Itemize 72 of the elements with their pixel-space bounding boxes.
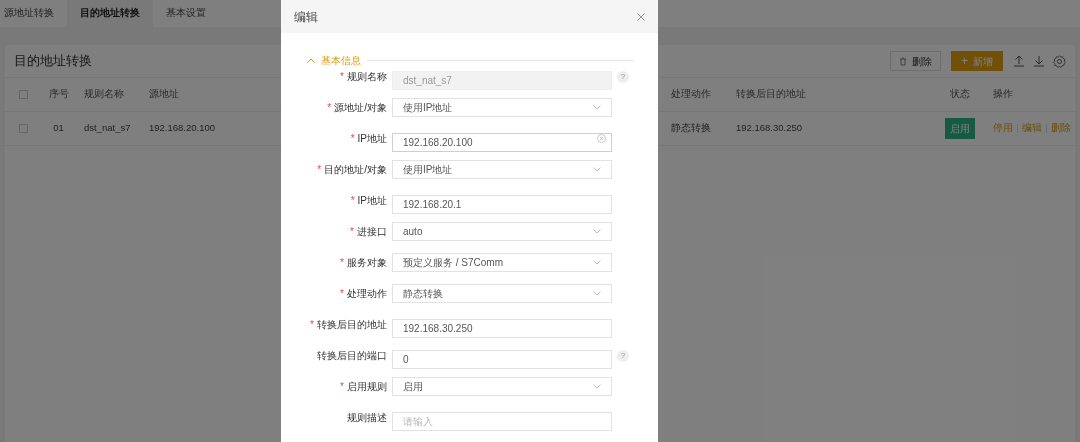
chevron-up-icon <box>307 58 315 63</box>
required-mark: * <box>340 256 344 270</box>
required-mark: * <box>350 194 355 208</box>
table-cell-text: 192.168.20.100 <box>148 121 216 136</box>
chevron-down-icon <box>593 260 601 265</box>
download-icon[interactable] <box>1033 55 1045 67</box>
chevron-down-icon <box>593 105 601 110</box>
required-mark: * <box>340 380 344 394</box>
field-label: 启用规则 <box>347 380 387 394</box>
column-header: 序号 <box>48 87 69 102</box>
table-cell-text: dst_nat_s7 <box>83 121 131 136</box>
chevron-down-icon <box>593 384 601 389</box>
checkbox[interactable] <box>19 124 28 133</box>
select-field[interactable]: 使用IP地址 <box>392 98 612 117</box>
tab[interactable]: 源地址转换 <box>0 0 67 27</box>
column-header: 规则名称 <box>83 87 124 102</box>
required-mark: * <box>350 225 354 239</box>
chevron-down-icon <box>593 291 601 296</box>
checkbox[interactable] <box>19 90 28 99</box>
input-field[interactable]: 192.168.20.1 <box>392 195 612 214</box>
field-label: 转换后目的端口 <box>317 349 387 363</box>
field-label: 目的地址/对象 <box>324 163 387 177</box>
required-mark: * <box>350 132 355 146</box>
select-field[interactable]: 静态转换 <box>392 284 612 303</box>
delete-button[interactable]: 删除 <box>890 51 941 71</box>
field-label: 规则名称 <box>347 70 387 84</box>
column-header: 操作 <box>992 87 1013 102</box>
table-cell-text: 静态转换 <box>670 121 711 136</box>
dialog-title: 编辑 <box>294 8 318 26</box>
required-mark: * <box>340 287 344 301</box>
close-icon[interactable] <box>637 12 645 21</box>
input-field[interactable]: 0 <box>392 350 612 369</box>
upload-icon[interactable] <box>1013 55 1025 67</box>
field-label: 转换后目的地址 <box>317 318 387 332</box>
field-label: 源地址/对象 <box>334 101 387 115</box>
tab[interactable]: 基本设置 <box>153 0 219 27</box>
field-label: IP地址 <box>357 132 387 146</box>
required-mark: * <box>327 101 332 115</box>
select-field[interactable]: 预定义服务 / S7Comm <box>392 253 612 272</box>
select-field[interactable]: 使用IP地址 <box>392 160 612 179</box>
required-mark: * <box>317 163 322 177</box>
column-header: 状态 <box>950 87 970 102</box>
field-label: IP地址 <box>357 194 387 208</box>
input-field[interactable]: dst_nat_s7 <box>392 71 612 90</box>
field-label: 规则描述 <box>347 411 387 425</box>
tab[interactable]: 目的地址转换 <box>67 0 153 27</box>
field-label: 进接口 <box>357 225 387 239</box>
chevron-down-icon <box>593 167 601 172</box>
plus-icon: + <box>961 55 968 67</box>
column-header: 源地址 <box>148 87 179 102</box>
table-cell: 01 <box>53 121 64 136</box>
field-label: 处理动作 <box>347 287 387 301</box>
column-header: 处理动作 <box>670 87 711 102</box>
input-field[interactable]: 192.168.30.250 <box>392 319 612 338</box>
select-field[interactable]: auto <box>392 222 612 241</box>
trash-icon <box>899 56 907 66</box>
select-field[interactable]: 启用 <box>392 377 612 396</box>
column-header: 转换后目的地址 <box>735 87 806 102</box>
help-icon[interactable]: ? <box>617 70 629 83</box>
input-field[interactable]: 192.168.20.100 <box>392 133 612 152</box>
chevron-down-icon <box>593 229 601 234</box>
settings-icon[interactable] <box>1053 54 1066 68</box>
input-field[interactable]: 请输入 <box>392 412 612 431</box>
field-label: 服务对象 <box>347 256 387 270</box>
section-toggle[interactable]: 基本信息 <box>307 53 361 68</box>
status-badge: 启用 <box>945 118 975 139</box>
help-icon[interactable]: ? <box>617 349 629 362</box>
panel-title: 目的地址转换 <box>14 52 92 71</box>
table-cell-text: 192.168.30.250 <box>735 121 803 136</box>
clear-icon[interactable] <box>597 134 606 143</box>
required-mark: * <box>340 70 344 84</box>
required-mark: * <box>310 318 314 332</box>
